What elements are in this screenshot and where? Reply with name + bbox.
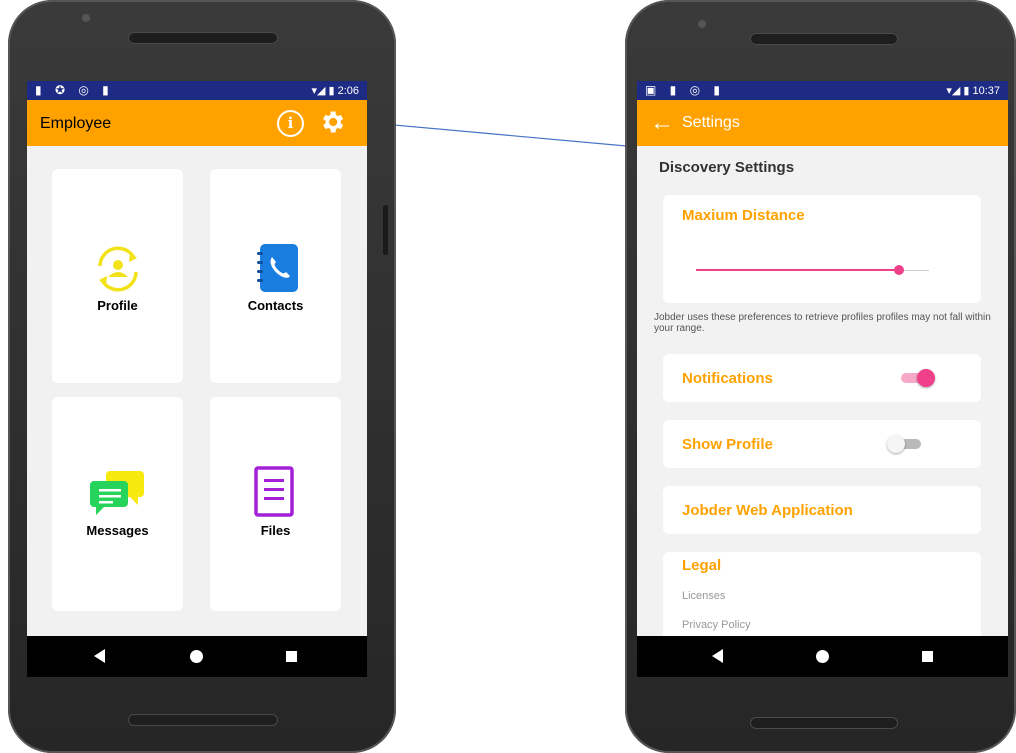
notifications-label: Notifications — [682, 370, 773, 387]
gear-icon[interactable] — [318, 108, 346, 136]
front-camera — [698, 20, 706, 28]
status-right: ▾◢ ▮ 10:37 — [946, 85, 1000, 97]
licenses-link[interactable]: Licenses — [682, 590, 725, 602]
nav-back-icon[interactable] — [94, 649, 105, 663]
web-app-row[interactable]: Jobder Web Application — [663, 486, 981, 534]
dashboard-grid: Profile Contacts Messages Files — [27, 146, 367, 636]
messages-tile[interactable]: Messages — [52, 397, 183, 611]
info-icon[interactable]: i — [277, 110, 304, 137]
earpiece-speaker — [750, 33, 898, 45]
status-bar: ▣ ▮ ◎ ▮ ▾◢ ▮ 10:37 — [637, 81, 1008, 100]
notifications-row[interactable]: Notifications — [663, 354, 981, 402]
chat-bubbles-icon — [90, 471, 144, 515]
contacts-tile[interactable]: Contacts — [210, 169, 341, 383]
earpiece-speaker — [128, 32, 278, 44]
status-bar: ▮ ✪ ◎ ▮ ▾◢ ▮ 2:06 — [27, 81, 367, 100]
status-icons: ▮ ✪ ◎ ▮ — [35, 83, 114, 97]
legal-card: Legal Licenses Privacy Policy — [663, 552, 981, 642]
helper-text: Jobder uses these preferences to retriev… — [654, 312, 991, 334]
nav-recents-icon[interactable] — [286, 651, 297, 662]
max-distance-card: Maxium Distance — [663, 195, 981, 303]
show-profile-row[interactable]: Show Profile — [663, 420, 981, 468]
document-icon — [254, 466, 294, 517]
app-bar: Employee i — [27, 100, 367, 146]
page-title: Settings — [682, 114, 740, 131]
tile-label: Files — [260, 523, 291, 538]
max-distance-heading: Maxium Distance — [682, 207, 805, 224]
volume-button — [383, 205, 388, 255]
section-title: Discovery Settings — [659, 159, 795, 176]
app-bar: ← Settings — [637, 100, 1008, 146]
system-nav-bar — [27, 636, 367, 677]
app-title: Employee — [40, 115, 112, 132]
privacy-policy-link[interactable]: Privacy Policy — [682, 619, 750, 631]
contacts-book-icon — [257, 244, 298, 292]
tile-label: Messages — [86, 523, 149, 538]
legal-heading: Legal — [682, 557, 722, 574]
nav-home-icon[interactable] — [190, 650, 203, 663]
profile-tile[interactable]: Profile — [52, 169, 183, 383]
back-arrow-icon[interactable]: ← — [650, 109, 674, 137]
tile-label: Contacts — [247, 298, 304, 313]
status-right: ▾◢ ▮ 2:06 — [311, 85, 359, 97]
settings-screen: ▣ ▮ ◎ ▮ ▾◢ ▮ 10:37 ← Settings Discovery … — [637, 81, 1008, 677]
employee-screen: ▮ ✪ ◎ ▮ ▾◢ ▮ 2:06 Employee i Profile Con… — [27, 81, 367, 677]
system-nav-bar — [637, 636, 1008, 677]
show-profile-label: Show Profile — [682, 436, 773, 453]
toggle-thumb — [917, 369, 935, 387]
nav-home-icon[interactable] — [816, 650, 829, 663]
status-icons: ▣ ▮ ◎ ▮ — [645, 83, 726, 97]
profile-sync-icon — [98, 246, 138, 292]
web-app-label: Jobder Web Application — [682, 502, 853, 519]
nav-back-icon[interactable] — [712, 649, 723, 663]
front-camera — [82, 14, 90, 22]
nav-recents-icon[interactable] — [922, 651, 933, 662]
notifications-toggle[interactable] — [897, 369, 935, 387]
bottom-speaker — [128, 714, 278, 726]
tile-label: Profile — [97, 298, 138, 313]
toggle-thumb — [887, 435, 905, 453]
bottom-speaker — [750, 717, 898, 729]
slider-thumb[interactable] — [893, 265, 904, 275]
distance-slider[interactable] — [696, 265, 929, 275]
slider-fill — [696, 269, 899, 271]
files-tile[interactable]: Files — [210, 397, 341, 611]
show-profile-toggle[interactable] — [887, 435, 925, 453]
